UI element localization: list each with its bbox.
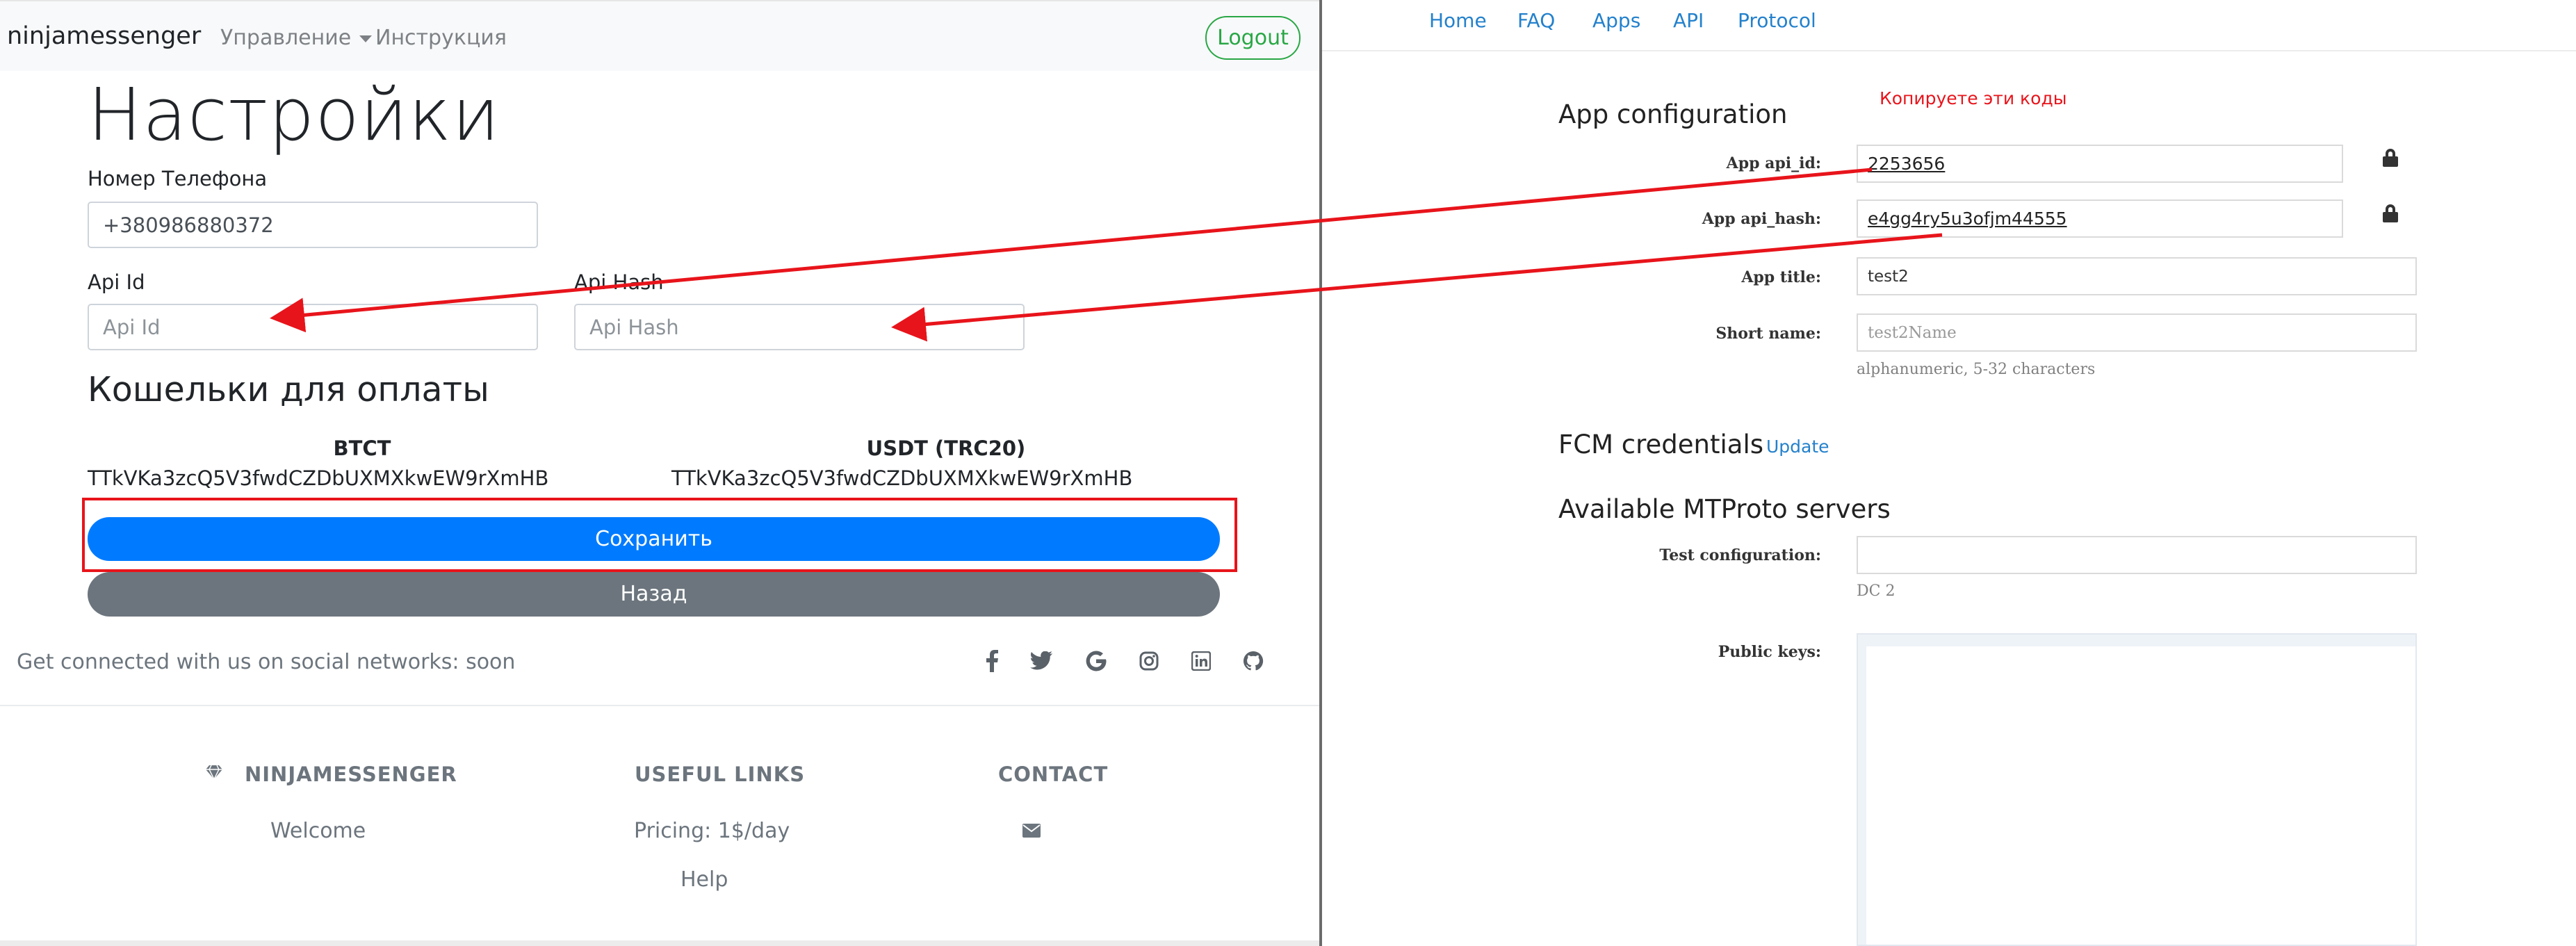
twitter-icon[interactable] [1029, 649, 1053, 673]
nav-protocol[interactable]: Protocol [1738, 9, 1816, 32]
envelope-icon[interactable] [1021, 820, 1042, 841]
wallets-title: Кошельки для оплаты [88, 370, 489, 409]
api-id-input[interactable] [88, 304, 538, 350]
api-hash-input[interactable] [574, 304, 1025, 350]
fcm-update-link[interactable]: Update [1766, 437, 1829, 457]
footer-divider [0, 705, 1319, 706]
app-api-id-input[interactable] [1857, 145, 2343, 183]
mtproto-servers-title: Available MTProto servers [1558, 494, 1891, 524]
nav-api[interactable]: API [1673, 9, 1704, 32]
public-keys-textarea-content [1866, 646, 2415, 945]
phone-label: Номер Телефона [88, 167, 268, 190]
logout-button[interactable]: Logout [1205, 16, 1301, 60]
phone-input[interactable] [88, 202, 538, 248]
nav-divider [1322, 50, 2576, 51]
caret-down-icon [359, 35, 373, 42]
short-name-hint: alphanumeric, 5-32 characters [1857, 361, 2096, 378]
nav-faq[interactable]: FAQ [1517, 9, 1555, 32]
gem-icon [204, 762, 225, 783]
nav-apps[interactable]: Apps [1592, 9, 1640, 32]
google-icon[interactable] [1084, 649, 1108, 673]
app-api-hash-input[interactable] [1857, 199, 2343, 238]
wallet-address-btct: TTkVKa3zcQ5V3fwdCZDbUXMXkwEW9rXmHB [88, 466, 549, 490]
right-app-window: Home FAQ Apps API Protocol App configura… [1322, 0, 2576, 946]
nav-dropdown-manage-label: Управление [220, 26, 352, 50]
footer-brand-title: NINJAMESSENGER [245, 762, 457, 786]
public-keys-textarea[interactable] [1857, 633, 2417, 946]
app-title-input[interactable] [1857, 257, 2417, 295]
short-name-label: Short name: [1715, 325, 1821, 343]
footer-bottom-bar [0, 940, 1319, 946]
public-keys-label: Public keys: [1718, 643, 1821, 661]
app-api-id-label: App api_id: [1726, 154, 1821, 172]
save-button[interactable]: Сохранить [88, 517, 1220, 561]
footer-link-pricing[interactable]: Pricing: 1$/day [634, 819, 790, 843]
lock-icon [2383, 204, 2398, 222]
footer-useful-links-title: USEFUL LINKS [635, 762, 806, 786]
facebook-icon[interactable] [980, 649, 1004, 673]
api-hash-label: Api Hash [574, 270, 664, 294]
brand-logo[interactable]: ninjamessenger [7, 22, 201, 50]
test-configuration-label: Test configuration: [1659, 546, 1821, 564]
footer-link-welcome[interactable]: Welcome [270, 819, 366, 843]
linkedin-icon[interactable] [1189, 649, 1213, 673]
short-name-input[interactable] [1857, 313, 2417, 352]
fcm-credentials-title: FCM credentials [1558, 430, 1764, 459]
left-app-window: ninjamessenger Управление Инструкция Log… [0, 0, 1319, 946]
app-configuration-title: App configuration [1558, 99, 1788, 129]
wallet-title-usdt: USDT (TRC20) [866, 437, 1026, 460]
back-button[interactable]: Назад [88, 572, 1220, 617]
footer-contact-title: CONTACT [998, 762, 1109, 786]
footer-link-help[interactable]: Help [680, 867, 728, 892]
copy-codes-note: Копируете эти коды [1880, 88, 2067, 108]
app-title-label: App title: [1741, 268, 1821, 286]
nav-dropdown-manage[interactable]: Управление [220, 26, 373, 50]
nav-home[interactable]: Home [1429, 9, 1487, 32]
api-id-label: Api Id [88, 270, 145, 294]
github-icon[interactable] [1241, 649, 1265, 673]
test-configuration-input[interactable] [1857, 536, 2417, 574]
social-networks-text: Get connected with us on social networks… [17, 650, 516, 674]
lock-icon [2383, 149, 2398, 167]
wallet-title-btct: BTCT [333, 437, 391, 460]
instagram-icon[interactable] [1137, 649, 1161, 673]
test-configuration-hint: DC 2 [1857, 582, 1896, 600]
nav-link-instructions[interactable]: Инструкция [375, 26, 507, 50]
top-navbar: ninjamessenger Управление Инструкция Log… [0, 0, 1319, 71]
wallet-address-usdt: TTkVKa3zcQ5V3fwdCZDbUXMXkwEW9rXmHB [671, 466, 1133, 490]
page-title: Настройки [88, 72, 500, 157]
app-api-hash-label: App api_hash: [1702, 210, 1821, 228]
